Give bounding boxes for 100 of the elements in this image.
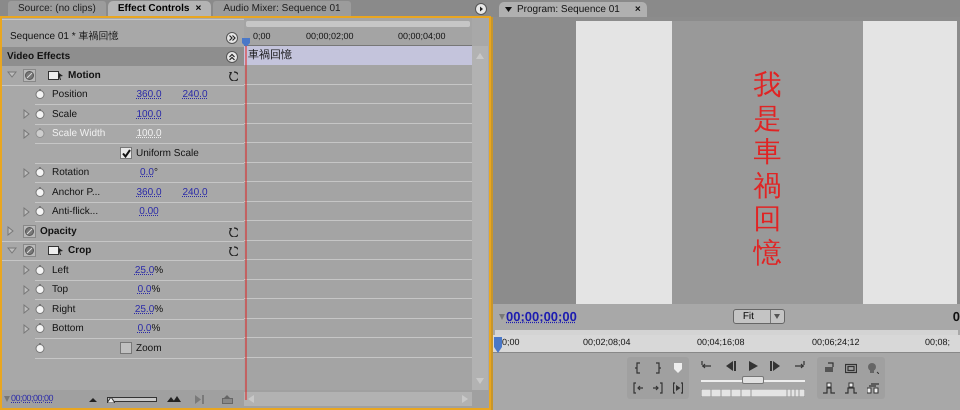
- ruler-label: 0;00: [502, 336, 521, 349]
- checkbox[interactable]: [120, 147, 132, 160]
- expand-triangle-icon[interactable]: [23, 206, 30, 217]
- expand-triangle-icon[interactable]: [23, 284, 30, 295]
- stopwatch-icon[interactable]: [35, 304, 45, 315]
- expand-triangle-icon[interactable]: [23, 265, 30, 276]
- collapse-triangle-icon[interactable]: [7, 246, 17, 256]
- title-text: 我是車禍回憶: [754, 68, 782, 270]
- ruler-label: 00;02;08;04: [583, 336, 632, 349]
- value-field[interactable]: 240.0: [182, 184, 208, 200]
- value-field[interactable]: 25.0: [134, 302, 154, 317]
- value-field[interactable]: 0.00: [139, 204, 159, 220]
- timecode-field[interactable]: 00;00;00;00: [11, 392, 54, 406]
- timecode-field[interactable]: 00;00;00;00: [506, 306, 577, 326]
- loop-icon[interactable]: [823, 362, 835, 374]
- dropdown-arrow-icon[interactable]: [774, 314, 780, 319]
- unit-label: °: [154, 166, 158, 180]
- reset-icon[interactable]: [228, 245, 238, 256]
- effect-toggle-icon[interactable]: [25, 70, 34, 80]
- value-field[interactable]: 0.0: [138, 321, 152, 336]
- shuttle-slider[interactable]: [701, 376, 805, 385]
- stopwatch-icon[interactable]: [35, 323, 45, 334]
- property-label: Rotation: [52, 166, 90, 180]
- property-label: Anti-flick...: [52, 205, 100, 220]
- panel-tab[interactable]: Effect Controls ×: [108, 1, 212, 16]
- ruler-label: 00;08;: [925, 336, 952, 349]
- expand-triangle-icon[interactable]: [23, 168, 30, 178]
- stopwatch-icon[interactable]: [35, 89, 45, 100]
- slider-thumb[interactable]: [742, 376, 764, 384]
- play-in-to-out-icon[interactable]: [673, 382, 683, 394]
- effect-toggle-icon[interactable]: [25, 246, 34, 256]
- reset-icon[interactable]: [228, 70, 238, 81]
- transform-icon[interactable]: [48, 70, 64, 81]
- playhead[interactable]: [494, 337, 502, 353]
- stopwatch-icon[interactable]: [35, 284, 45, 296]
- stopwatch-icon[interactable]: [35, 108, 45, 120]
- go-to-out-icon[interactable]: [653, 382, 663, 394]
- extract-icon[interactable]: [845, 382, 857, 394]
- value-field[interactable]: 0.0: [140, 165, 154, 180]
- clip-title: Sequence 01 * 車禍回憶: [10, 30, 120, 44]
- property-label: Position: [52, 88, 89, 102]
- checkbox[interactable]: [120, 342, 132, 354]
- property-label: Top: [52, 283, 70, 298]
- safe-margins-icon[interactable]: [845, 362, 857, 374]
- transform-icon[interactable]: [48, 245, 64, 256]
- value-field[interactable]: 360.0: [136, 87, 162, 102]
- expand-triangle-icon[interactable]: [23, 304, 30, 314]
- panel-menu-icon[interactable]: [475, 3, 487, 15]
- stopwatch-icon[interactable]: [35, 186, 45, 198]
- zoom-slider[interactable]: [107, 396, 158, 402]
- expand-triangle-icon[interactable]: [23, 109, 30, 120]
- panel-tab[interactable]: Program: Sequence 01 ×: [499, 2, 647, 17]
- zoom-dropdown[interactable]: Fit: [732, 309, 785, 324]
- step-back-icon[interactable]: [724, 360, 736, 372]
- unit-label: %: [154, 302, 164, 317]
- checkbox-label: Zoom: [136, 342, 162, 356]
- ruler-label: 00;00;04;00: [398, 30, 447, 42]
- close-icon[interactable]: ×: [634, 2, 641, 17]
- dropdown-arrow-icon[interactable]: [505, 7, 512, 12]
- collapse-icon[interactable]: [226, 50, 238, 62]
- value-field[interactable]: 100.0: [136, 106, 162, 122]
- stopwatch-icon[interactable]: [35, 167, 45, 178]
- show-timeline-icon[interactable]: [226, 32, 238, 44]
- lift-icon[interactable]: [823, 382, 835, 394]
- property-label: Anchor P...: [52, 186, 102, 200]
- value-field[interactable]: 360.0: [136, 184, 162, 200]
- marker-icon[interactable]: [673, 362, 683, 374]
- ruler-label: 00;04;16;08: [697, 336, 746, 349]
- mark-out-icon[interactable]: [653, 362, 663, 374]
- stopwatch-icon[interactable]: [35, 264, 45, 276]
- play-icon[interactable]: [747, 360, 759, 372]
- slider-thumb[interactable]: [106, 396, 115, 402]
- stopwatch-icon[interactable]: [35, 206, 45, 218]
- export-icon[interactable]: [222, 394, 234, 404]
- close-icon[interactable]: ×: [195, 1, 202, 16]
- panel-tab[interactable]: Audio Mixer: Sequence 01: [213, 1, 351, 16]
- checkbox-label: Uniform Scale: [136, 146, 199, 161]
- value-field[interactable]: 25.0: [134, 262, 154, 278]
- duration-label: 0: [952, 308, 960, 326]
- expand-triangle-icon[interactable]: [23, 324, 30, 334]
- zoom-out-icon[interactable]: [89, 396, 98, 402]
- section-title: Video Effects: [7, 50, 72, 64]
- effect-toggle-icon[interactable]: [25, 226, 34, 236]
- zoom-scroll-bar[interactable]: [246, 21, 470, 27]
- mark-in-icon[interactable]: [633, 362, 643, 374]
- panel-tab[interactable]: Source: (no clips): [8, 1, 106, 16]
- jog-wheel[interactable]: [701, 389, 805, 397]
- stopwatch-icon[interactable]: [35, 342, 45, 354]
- collapse-triangle-icon[interactable]: [7, 70, 17, 80]
- value-field[interactable]: 0.0: [138, 282, 152, 298]
- property-label: Scale: [52, 108, 78, 122]
- output-icon[interactable]: [867, 362, 879, 374]
- zoom-scroll-bar[interactable]: [495, 330, 958, 335]
- trim-icon[interactable]: [867, 382, 879, 394]
- value-field[interactable]: 240.0: [182, 87, 208, 102]
- reset-icon[interactable]: [228, 226, 238, 237]
- go-to-in-icon[interactable]: [633, 382, 643, 394]
- unit-label: %: [152, 283, 160, 298]
- zoom-in-icon[interactable]: [167, 396, 182, 402]
- step-forward-icon[interactable]: [770, 360, 782, 372]
